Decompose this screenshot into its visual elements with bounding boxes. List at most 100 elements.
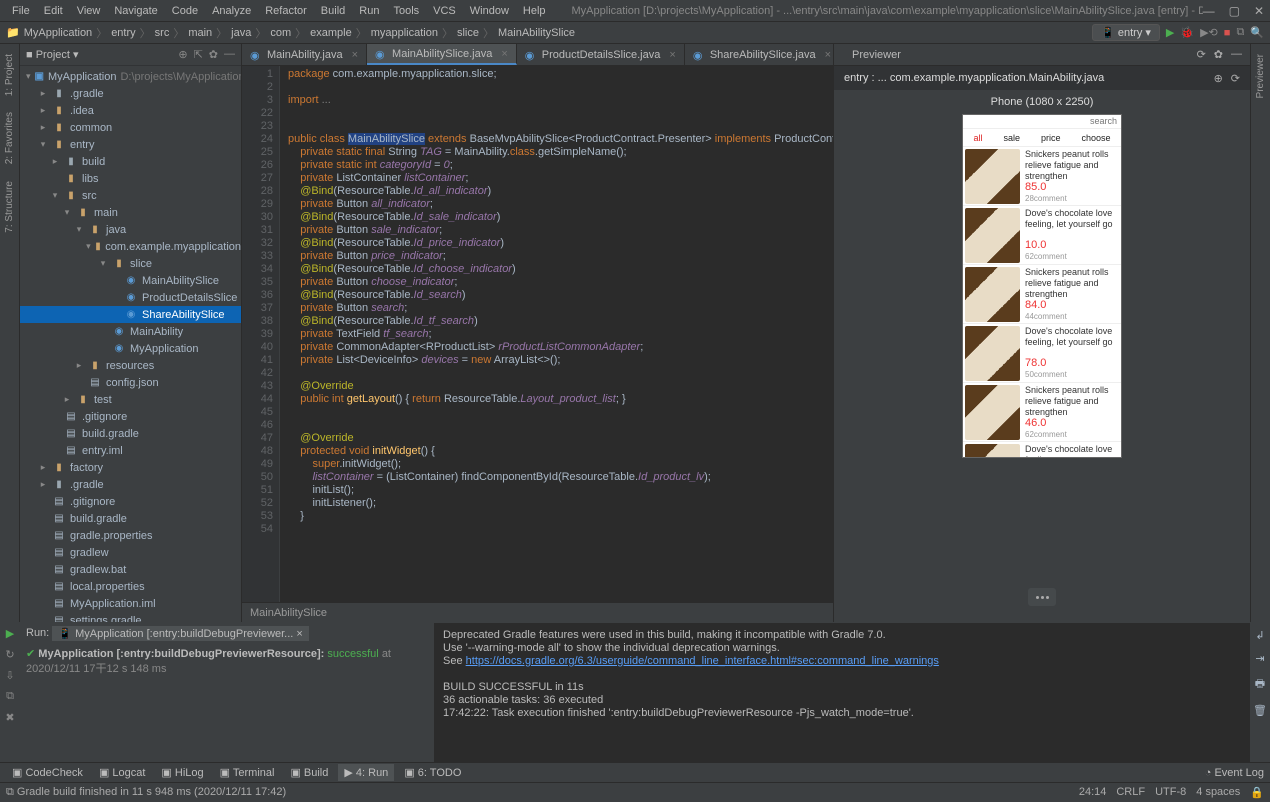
- tree-node[interactable]: ▤local.properties: [20, 578, 241, 595]
- run-stop-icon[interactable]: ↻: [5, 648, 14, 661]
- menu-view[interactable]: View: [71, 3, 107, 19]
- tree-node[interactable]: ▮libs: [20, 170, 241, 187]
- tree-node[interactable]: ▤gradle.properties: [20, 527, 241, 544]
- editor-tab[interactable]: ◉MainAbilitySlice.java×: [367, 44, 517, 65]
- print-icon[interactable]: 🖶: [1255, 675, 1265, 694]
- run-output[interactable]: Deprecated Gradle features were used in …: [435, 623, 1250, 762]
- bottom-tab[interactable]: ▣ 6: TODO: [398, 764, 467, 781]
- tree-node[interactable]: ▾▮slice: [20, 255, 241, 272]
- bottom-tab[interactable]: ▣ HiLog: [155, 764, 209, 781]
- run-button[interactable]: ▶: [1166, 26, 1174, 39]
- rerun-icon[interactable]: ▶: [6, 627, 14, 640]
- menu-window[interactable]: Window: [464, 3, 515, 19]
- tree-node[interactable]: ▤gradlew.bat: [20, 561, 241, 578]
- menu-code[interactable]: Code: [166, 3, 204, 19]
- bottom-tab[interactable]: ▣ Build: [284, 764, 334, 781]
- lock-icon[interactable]: 🔒: [1250, 786, 1264, 799]
- tree-node[interactable]: ◉MainAbility: [20, 323, 241, 340]
- editor-tab[interactable]: ◉MainAbility.java×: [242, 44, 367, 65]
- previewer-more-icon[interactable]: [1028, 588, 1056, 606]
- tree-node[interactable]: ▤build.gradle: [20, 425, 241, 442]
- menu-edit[interactable]: Edit: [38, 3, 69, 19]
- search-everywhere-icon[interactable]: 🔍: [1250, 26, 1264, 39]
- project-hide-icon[interactable]: —: [224, 48, 235, 61]
- previewer-tool-window-tab[interactable]: Previewer: [1253, 48, 1268, 104]
- tree-node[interactable]: ▾▮com.example.myapplication: [20, 238, 241, 255]
- refresh-icon[interactable]: ⟳: [1197, 48, 1206, 61]
- menu-run[interactable]: Run: [353, 3, 385, 19]
- tree-node[interactable]: ▸▮factory: [20, 459, 241, 476]
- trash-icon[interactable]: 🗑: [1253, 704, 1267, 717]
- tree-node[interactable]: ▤settings.gradle: [20, 612, 241, 622]
- previewer-settings-icon[interactable]: ✿: [1214, 48, 1223, 61]
- previewer-zoom-icon[interactable]: ⊕: [1214, 72, 1223, 85]
- bottom-tab[interactable]: ▣ Terminal: [214, 764, 281, 781]
- run-filter-icon[interactable]: ⧉: [6, 690, 14, 703]
- close-icon[interactable]: ×: [501, 48, 507, 60]
- close-icon[interactable]: ×: [825, 49, 831, 61]
- menu-build[interactable]: Build: [315, 3, 351, 19]
- bottom-tab[interactable]: ▶ 4: Run: [338, 764, 394, 781]
- tree-node[interactable]: ◉ShareAbilitySlice: [20, 306, 241, 323]
- editor-tab[interactable]: ◉ProductDetailsSlice.java×: [517, 44, 685, 65]
- code-editor[interactable]: package com.example.myapplication.slice;…: [280, 66, 833, 602]
- tree-node[interactable]: ▤gradlew: [20, 544, 241, 561]
- tree-node[interactable]: ▤MyApplication.iml: [20, 595, 241, 612]
- scroll-to-end-icon[interactable]: ⇥: [1255, 652, 1264, 665]
- coverage-button[interactable]: ▶⟲: [1200, 26, 1218, 39]
- project-collapse-icon[interactable]: ⇱: [194, 48, 203, 61]
- tree-node[interactable]: ◉ProductDetailsSlice: [20, 289, 241, 306]
- editor-breadcrumb[interactable]: MainAbilitySlice: [250, 607, 327, 619]
- tree-node[interactable]: ▾▮src: [20, 187, 241, 204]
- tree-node[interactable]: ▤entry.iml: [20, 442, 241, 459]
- tree-node[interactable]: ▤config.json: [20, 374, 241, 391]
- tree-node[interactable]: ▾▮java: [20, 221, 241, 238]
- structure-icon[interactable]: ⧉: [1236, 26, 1244, 39]
- tree-node[interactable]: ▸▮.idea: [20, 102, 241, 119]
- project-settings-icon[interactable]: ⊕: [178, 48, 187, 61]
- menu-vcs[interactable]: VCS: [427, 3, 462, 19]
- structure-tool-window-tab[interactable]: 7: Structure: [2, 175, 17, 239]
- debug-button[interactable]: 🐞: [1180, 26, 1194, 39]
- event-log-button[interactable]: ◔ Event Log: [1205, 767, 1264, 779]
- bottom-tab[interactable]: ▣ CodeCheck: [6, 764, 89, 781]
- tree-node[interactable]: ▸▮.gradle: [20, 476, 241, 493]
- tree-node[interactable]: ◉MyApplication: [20, 340, 241, 357]
- previewer-tab[interactable]: Previewer: [842, 46, 911, 64]
- close-icon[interactable]: ×: [669, 49, 675, 61]
- close-icon[interactable]: ×: [352, 49, 358, 61]
- bottom-tab[interactable]: ▣ Logcat: [93, 764, 151, 781]
- window-minimize-icon[interactable]: —: [1203, 4, 1215, 18]
- previewer-refresh-icon[interactable]: ⟳: [1231, 72, 1240, 85]
- tree-node[interactable]: ▸▮resources: [20, 357, 241, 374]
- project-gear-icon[interactable]: ✿: [209, 48, 218, 61]
- tree-node[interactable]: ▸▮common: [20, 119, 241, 136]
- menu-help[interactable]: Help: [517, 3, 552, 19]
- tree-node[interactable]: ▸▮test: [20, 391, 241, 408]
- editor-tab[interactable]: ◉ShareAbilitySlice.java×: [685, 44, 833, 65]
- previewer-hide-icon[interactable]: —: [1231, 48, 1242, 61]
- tree-node[interactable]: ▾▣MyApplication D:\projects\MyApplicatio…: [20, 68, 241, 85]
- tree-node[interactable]: ▤.gitignore: [20, 408, 241, 425]
- tree-node[interactable]: ▸▮.gradle: [20, 85, 241, 102]
- run-clear-icon[interactable]: ✖: [5, 711, 14, 724]
- menu-refactor[interactable]: Refactor: [259, 3, 313, 19]
- project-tool-window-tab[interactable]: 1: Project: [2, 48, 17, 102]
- tree-node[interactable]: ▤.gitignore: [20, 493, 241, 510]
- tree-node[interactable]: ▾▮entry: [20, 136, 241, 153]
- menu-analyze[interactable]: Analyze: [206, 3, 257, 19]
- window-maximize-icon[interactable]: ▢: [1229, 4, 1240, 18]
- menu-file[interactable]: File: [6, 3, 36, 19]
- run-config-selector[interactable]: 📱 entry ▾: [1092, 24, 1160, 41]
- tree-node[interactable]: ▸▮build: [20, 153, 241, 170]
- menu-tools[interactable]: Tools: [387, 3, 425, 19]
- window-close-icon[interactable]: ✕: [1254, 4, 1264, 18]
- tree-node[interactable]: ◉MainAbilitySlice: [20, 272, 241, 289]
- soft-wrap-icon[interactable]: ↲: [1255, 629, 1264, 642]
- tree-node[interactable]: ▤build.gradle: [20, 510, 241, 527]
- breadcrumb[interactable]: 📁MyApplication〉entry〉src〉main〉java〉com〉e…: [6, 25, 575, 41]
- tree-node[interactable]: ▾▮main: [20, 204, 241, 221]
- favorites-tool-window-tab[interactable]: 2: Favorites: [2, 106, 17, 170]
- run-down-icon[interactable]: ⇩: [5, 669, 14, 682]
- stop-button[interactable]: ■: [1224, 27, 1231, 39]
